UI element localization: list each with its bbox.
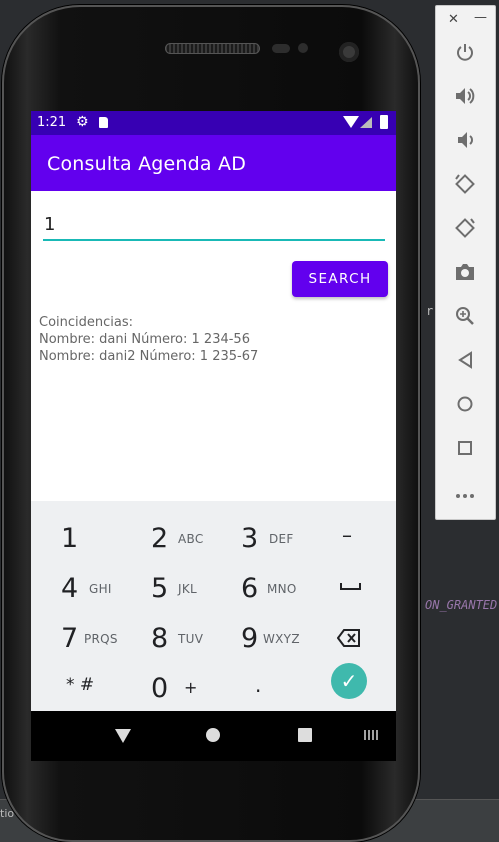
results-header: Coincidencias:	[39, 315, 134, 330]
more-icon	[456, 494, 474, 498]
key-digit: 9	[241, 623, 259, 654]
app-title: Consulta Agenda AD	[47, 153, 247, 175]
ide-code-fragment: ON_GRANTED	[425, 598, 498, 612]
key-5[interactable]: 5 JKL	[141, 563, 231, 613]
search-button[interactable]: SEARCH	[292, 261, 388, 297]
home-icon	[457, 396, 473, 412]
zoom-button[interactable]	[450, 301, 480, 331]
key-9[interactable]: 9 WXYZ	[231, 613, 321, 663]
key-digit: 6	[241, 573, 259, 604]
battery-icon	[380, 115, 388, 129]
key-dash[interactable]: –	[321, 513, 396, 563]
volume-down-icon	[458, 132, 473, 148]
key-digit: 8	[151, 623, 169, 654]
volume-down-button[interactable]	[450, 125, 480, 155]
wifi-icon	[343, 116, 359, 128]
space-icon	[340, 583, 361, 590]
key-digit: 5	[151, 573, 169, 604]
key-digit: 1	[61, 523, 79, 554]
key-0[interactable]: 0 +	[141, 663, 231, 713]
status-bar: 1:21 ⚙	[31, 111, 396, 135]
key-backspace[interactable]	[321, 613, 396, 663]
result-item: Nombre: dani2 Número: 1 235-67	[39, 349, 259, 364]
key-digit: 3	[241, 523, 259, 554]
power-icon	[457, 44, 473, 61]
backspace-icon	[337, 629, 360, 647]
key-letters: TUV	[178, 632, 204, 646]
rotate-right-icon	[455, 218, 475, 238]
search-input[interactable]	[43, 211, 385, 241]
cell-signal-icon	[360, 117, 372, 128]
key-plus: +	[184, 678, 198, 697]
key-7[interactable]: 7 PRQS	[51, 613, 141, 663]
zoom-icon	[456, 307, 474, 325]
dash-symbol: –	[342, 523, 352, 547]
key-star-hash[interactable]: * #	[51, 663, 141, 713]
proximity-sensor	[272, 44, 290, 53]
key-1[interactable]: 1	[51, 513, 141, 563]
back-icon[interactable]	[115, 729, 131, 743]
key-6[interactable]: 6 MNO	[231, 563, 321, 613]
key-4[interactable]: 4 GHI	[51, 563, 141, 613]
key-letters: PRQS	[84, 632, 118, 646]
key-8[interactable]: 8 TUV	[141, 613, 231, 663]
more-button[interactable]	[450, 477, 480, 507]
back-icon	[458, 351, 472, 369]
check-icon: ✓	[340, 669, 358, 693]
key-digit: 4	[61, 573, 79, 604]
key-letters: MNO	[267, 582, 297, 596]
key-3[interactable]: 3 DEF	[231, 513, 321, 563]
key-letters: GHI	[89, 582, 112, 596]
screenshot-button[interactable]	[450, 257, 480, 287]
key-2[interactable]: 2 ABC	[141, 513, 231, 563]
minimize-icon[interactable]: —	[474, 10, 487, 25]
recents-icon[interactable]	[298, 728, 312, 742]
rotate-left-icon	[455, 174, 475, 194]
home-button[interactable]	[450, 389, 480, 419]
volume-up-button[interactable]	[450, 81, 480, 111]
key-digit: 7	[61, 623, 79, 654]
volume-up-icon	[456, 88, 475, 104]
results-text: Coincidencias: Nombre: dani Número: 1 23…	[39, 314, 258, 365]
front-camera	[339, 42, 359, 62]
key-digit: 2	[151, 523, 169, 554]
back-button[interactable]	[450, 345, 480, 375]
status-time: 1:21	[37, 115, 67, 130]
device-screen: 1:21 ⚙ Consulta Agenda AD SEARCH Coincid…	[31, 111, 396, 761]
navigation-bar	[31, 711, 396, 761]
close-icon[interactable]: ✕	[448, 12, 459, 27]
power-button[interactable]	[450, 37, 480, 67]
key-period[interactable]: .	[231, 663, 321, 713]
sd-card-icon	[99, 117, 108, 128]
key-letters: ABC	[178, 532, 204, 546]
key-letters: WXYZ	[263, 632, 300, 646]
period-symbol: .	[255, 673, 262, 697]
key-letters: DEF	[269, 532, 294, 546]
key-digit: 0	[151, 673, 169, 704]
camera-icon	[456, 264, 474, 280]
key-space[interactable]	[321, 563, 396, 613]
emulator-controls-panel: ✕ —	[435, 5, 496, 520]
settings-icon: ⚙	[76, 114, 89, 130]
rotate-right-button[interactable]	[450, 213, 480, 243]
key-letters: JKL	[178, 582, 197, 596]
overview-button[interactable]	[450, 433, 480, 463]
light-sensor	[298, 43, 308, 53]
ide-code-fragment-left: r	[426, 304, 434, 318]
earpiece-speaker	[165, 43, 260, 54]
overview-icon	[458, 441, 472, 455]
star-hash-symbol: * #	[66, 675, 95, 695]
rotate-left-button[interactable]	[450, 169, 480, 199]
done-key[interactable]: ✓	[331, 663, 367, 699]
numeric-keypad: 1 2 ABC 3 DEF – 4 GHI 5 JKL 6 MNO 7 PRQS…	[31, 501, 396, 711]
app-bar: Consulta Agenda AD	[31, 135, 396, 191]
home-icon[interactable]	[206, 728, 220, 742]
keyboard-switch-icon[interactable]	[364, 730, 380, 740]
result-item: Nombre: dani Número: 1 234-56	[39, 332, 250, 347]
